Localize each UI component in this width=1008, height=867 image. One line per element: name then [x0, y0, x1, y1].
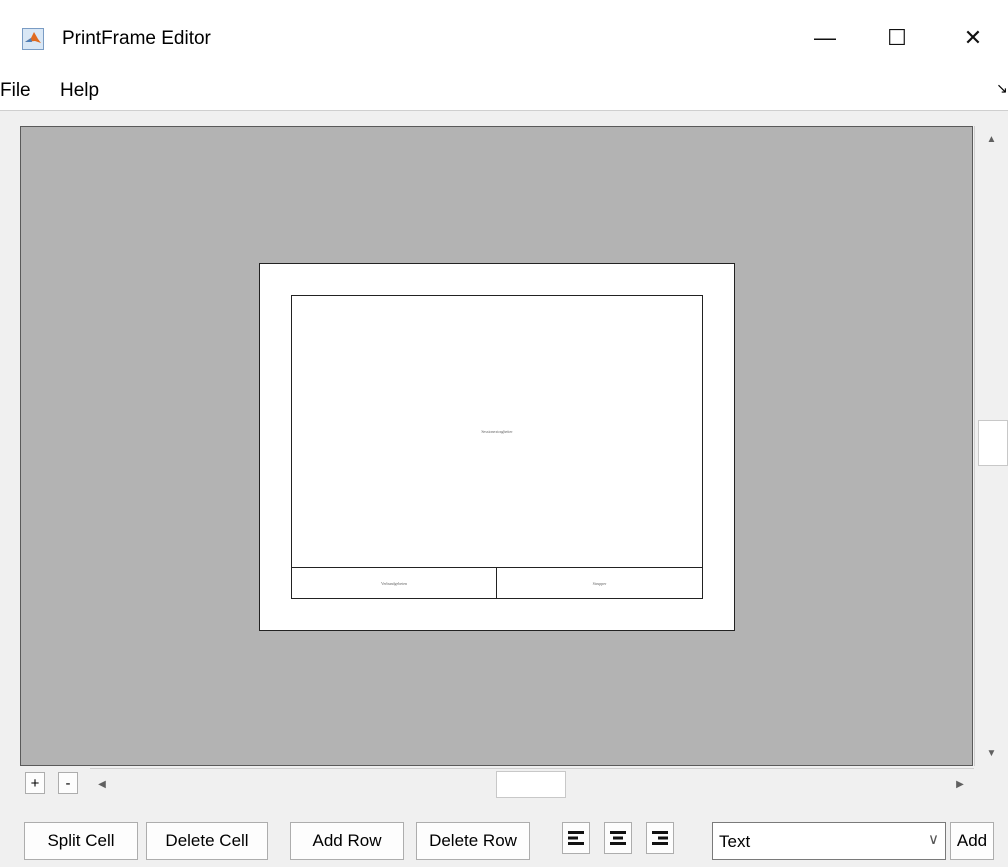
align-right-icon[interactable]: [646, 822, 674, 854]
window-title: PrintFrame Editor: [62, 28, 211, 49]
add-button[interactable]: Add: [950, 822, 994, 860]
print-frame: Sessionextraghetter Verbundgebeten Strup…: [291, 295, 703, 599]
vertical-scroll-thumb[interactable]: [978, 420, 1008, 466]
matlab-icon: [22, 28, 44, 50]
minimize-button[interactable]: —: [802, 24, 848, 52]
menu-bar: File Help ↘: [0, 78, 1008, 111]
menu-help[interactable]: Help: [60, 80, 99, 102]
page-preview: Sessionextraghetter Verbundgebeten Strup…: [259, 263, 735, 631]
chevron-down-icon: ∨: [928, 831, 939, 848]
delete-cell-button[interactable]: Delete Cell: [146, 822, 268, 860]
title-bar: PrintFrame Editor — ☐ ✕: [0, 0, 1008, 78]
horizontal-scrollbar[interactable]: ◀ ▶: [90, 768, 974, 798]
scroll-down-icon[interactable]: ▼: [975, 740, 1008, 766]
scroll-up-icon[interactable]: ▲: [975, 126, 1008, 152]
cell-type-select[interactable]: Text ∨: [712, 822, 946, 860]
menu-file[interactable]: File: [0, 80, 31, 102]
align-left-icon[interactable]: [562, 822, 590, 854]
scroll-left-icon[interactable]: ◀: [90, 771, 114, 798]
delete-row-button[interactable]: Delete Row: [416, 822, 530, 860]
frame-cell-bottom-right[interactable]: Strupper: [497, 567, 702, 598]
scroll-right-icon[interactable]: ▶: [948, 771, 972, 798]
maximize-button[interactable]: ☐: [874, 24, 920, 52]
split-cell-button[interactable]: Split Cell: [24, 822, 138, 860]
dock-arrow-icon[interactable]: ↘: [996, 80, 1008, 97]
zoom-in-button[interactable]: +: [25, 772, 45, 794]
frame-cell-main[interactable]: Sessionextraghetter: [292, 296, 702, 567]
vertical-scrollbar[interactable]: ▲ ▼: [974, 126, 1008, 766]
zoom-out-button[interactable]: -: [58, 772, 78, 794]
frame-cell-bottom-left[interactable]: Verbundgebeten: [292, 567, 497, 598]
close-button[interactable]: ✕: [950, 24, 996, 52]
cell-type-value: Text: [719, 832, 751, 851]
horizontal-scroll-thumb[interactable]: [496, 771, 566, 798]
align-center-icon[interactable]: [604, 822, 632, 854]
layout-canvas[interactable]: Sessionextraghetter Verbundgebeten Strup…: [20, 126, 973, 766]
add-row-button[interactable]: Add Row: [290, 822, 404, 860]
